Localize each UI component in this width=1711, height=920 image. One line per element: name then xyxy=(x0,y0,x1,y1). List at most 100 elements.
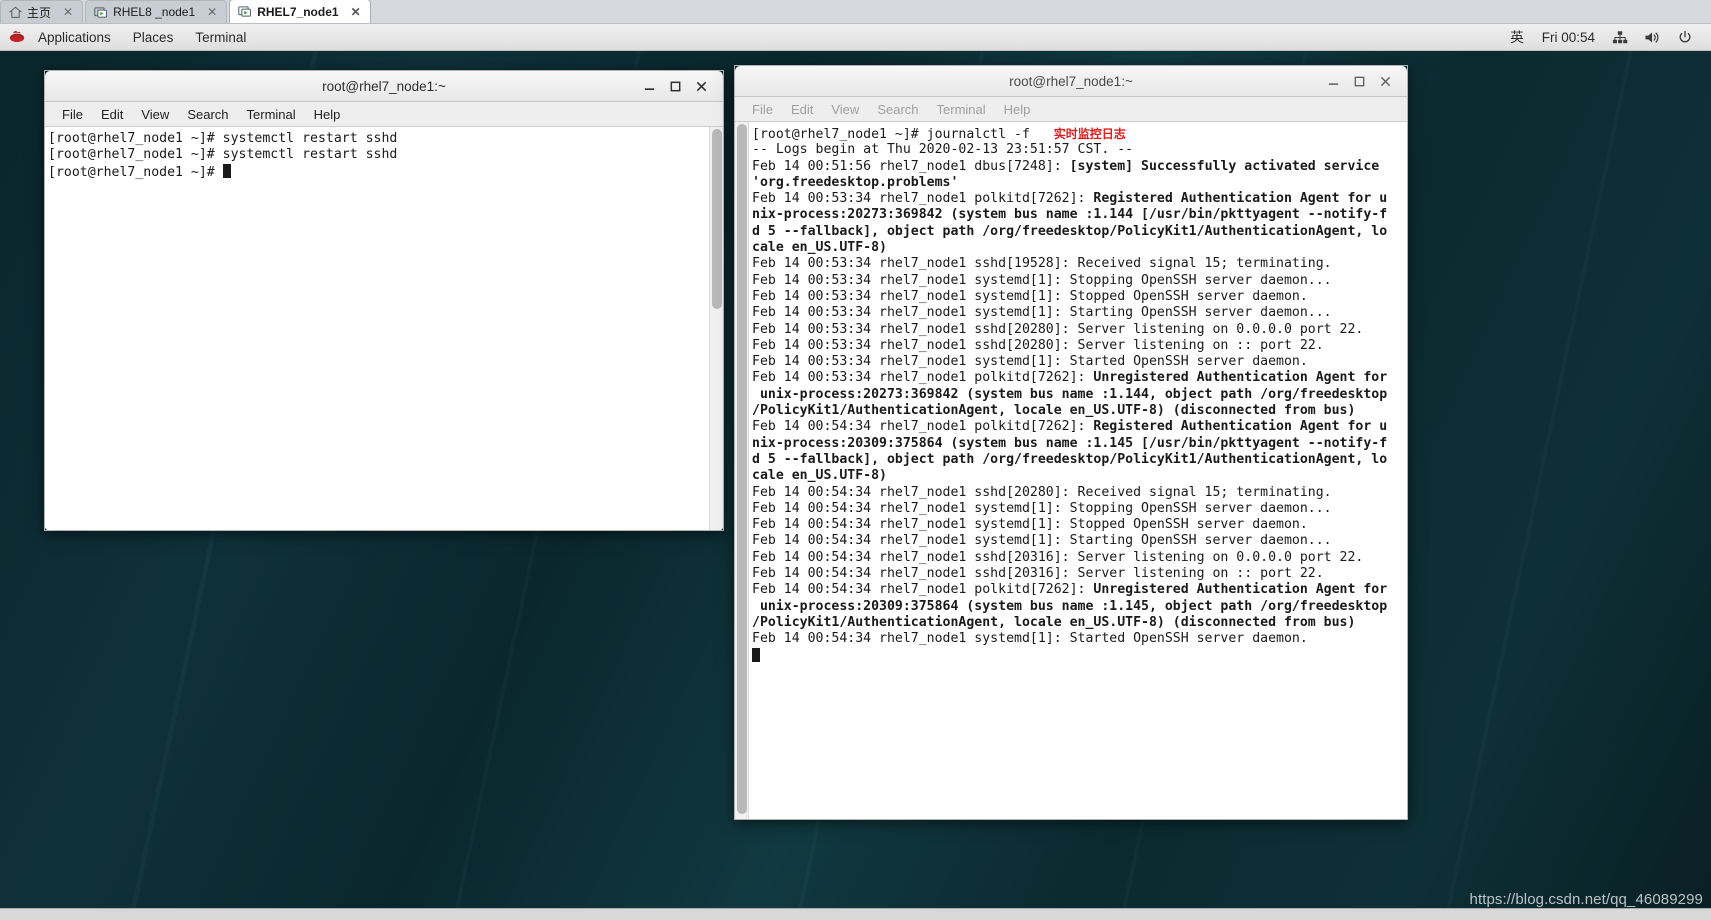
terminal-line: unix-process:20309:375864 (system bus na… xyxy=(752,598,1388,614)
screen-play-icon xyxy=(94,6,108,19)
menu-search[interactable]: Search xyxy=(868,97,927,122)
menu-view[interactable]: View xyxy=(822,97,868,122)
text-cursor xyxy=(222,163,231,178)
bottom-taskbar xyxy=(0,908,1711,920)
close-icon[interactable]: ✕ xyxy=(61,6,75,18)
terminal-line: Feb 14 00:54:34 rhel7_node1 polkitd[7262… xyxy=(752,419,1388,435)
menu-file[interactable]: File xyxy=(743,97,782,122)
terminal-line: [root@rhel7_node1 ~]# systemctl restart … xyxy=(48,131,398,146)
scrollbar-thumb[interactable] xyxy=(737,124,747,814)
menu-search[interactable]: Search xyxy=(178,102,237,127)
title-bar[interactable]: root@rhel7_node1:~ xyxy=(735,66,1407,97)
close-button[interactable] xyxy=(1372,70,1398,92)
browser-tab-strip: 主页 ✕ RHEL8 _node1 ✕ RHEL7_node1 ✕ xyxy=(0,0,1711,24)
browser-tab-rhel7-node1[interactable]: RHEL7_node1 ✕ xyxy=(229,0,371,23)
terminal-line: Feb 14 00:53:34 rhel7_node1 polkitd[7262… xyxy=(752,191,1388,207)
terminal-line: /PolicyKit1/AuthenticationAgent, locale … xyxy=(752,403,1356,419)
terminal-line: Feb 14 00:54:34 rhel7_node1 sshd[20280]:… xyxy=(752,484,1332,500)
prompt-command: [root@rhel7_node1 ~]# journalctl -f xyxy=(752,127,1054,142)
menu-help[interactable]: Help xyxy=(305,102,350,127)
maximize-button[interactable] xyxy=(662,75,688,97)
terminal-line: /PolicyKit1/AuthenticationAgent, locale … xyxy=(752,614,1356,630)
terminal-output[interactable]: [root@rhel7_node1 ~]# systemctl restart … xyxy=(45,127,709,530)
terminal-line: Feb 14 00:53:34 rhel7_node1 systemd[1]: … xyxy=(752,288,1308,304)
terminal-line: d 5 --fallback], object path /org/freede… xyxy=(752,451,1388,467)
close-icon[interactable]: ✕ xyxy=(349,6,363,18)
window-title: root@rhel7_node1:~ xyxy=(322,78,446,94)
home-icon xyxy=(9,6,22,19)
menu-bar: File Edit View Search Terminal Help xyxy=(45,102,723,127)
watermark: https://blog.csdn.net/qq_46089299 xyxy=(1469,891,1703,908)
panel-right-group: 英 Fri 00:54 xyxy=(1501,24,1711,51)
terminal-prompt-line: [root@rhel7_node1 ~]# journalctl -f 实时监控… xyxy=(752,126,1407,142)
terminal-body[interactable]: [root@rhel7_node1 ~]# journalctl -f 实时监控… xyxy=(735,122,1407,819)
terminal-line: Feb 14 00:54:34 rhel7_node1 systemd[1]: … xyxy=(752,533,1332,549)
minimize-button[interactable] xyxy=(1320,70,1346,92)
terminal-line: Feb 14 00:54:34 rhel7_node1 sshd[20316]:… xyxy=(752,549,1364,565)
menu-edit[interactable]: Edit xyxy=(92,102,132,127)
menu-terminal[interactable]: Terminal xyxy=(238,102,305,127)
terminal-line: Feb 14 00:53:34 rhel7_node1 sshd[20280]:… xyxy=(752,337,1324,353)
menu-terminal[interactable]: Terminal xyxy=(928,97,995,122)
maximize-button[interactable] xyxy=(1346,70,1372,92)
terminal-line: d 5 --fallback], object path /org/freede… xyxy=(752,223,1388,239)
terminal-line: Feb 14 00:53:34 rhel7_node1 sshd[20280]:… xyxy=(752,321,1364,337)
window-controls xyxy=(636,75,723,97)
browser-tab-home[interactable]: 主页 ✕ xyxy=(0,0,84,23)
menu-bar: File Edit View Search Terminal Help xyxy=(735,97,1407,122)
terminal-line: unix-process:20273:369842 (system bus na… xyxy=(752,386,1388,402)
network-wired-icon[interactable] xyxy=(1604,30,1636,45)
terminal-line: -- Logs begin at Thu 2020-02-13 23:51:57… xyxy=(752,142,1134,158)
scrollbar-thumb[interactable] xyxy=(712,129,722,309)
input-method-indicator[interactable]: 英 xyxy=(1501,24,1533,51)
terminal-line: nix-process:20309:375864 (system bus nam… xyxy=(752,435,1388,451)
menu-view[interactable]: View xyxy=(132,102,178,127)
terminal-body[interactable]: [root@rhel7_node1 ~]# systemctl restart … xyxy=(45,127,723,530)
close-icon[interactable]: ✕ xyxy=(205,6,219,18)
terminal-line: [root@rhel7_node1 ~]# systemctl restart … xyxy=(48,147,398,163)
terminal-line: cale en_US.UTF-8) xyxy=(752,240,887,256)
panel-menu-applications[interactable]: Applications xyxy=(27,24,122,51)
terminal-line: cale en_US.UTF-8) xyxy=(752,468,887,484)
close-button[interactable] xyxy=(688,75,714,97)
menu-file[interactable]: File xyxy=(53,102,92,127)
browser-tab-rhel8-node1[interactable]: RHEL8 _node1 ✕ xyxy=(85,0,228,23)
terminal-line: Feb 14 00:54:34 rhel7_node1 systemd[1]: … xyxy=(752,517,1308,533)
terminal-line: Feb 14 00:53:34 rhel7_node1 systemd[1]: … xyxy=(752,305,1332,321)
terminal-line: Feb 14 00:54:34 rhel7_node1 systemd[1]: … xyxy=(752,500,1332,516)
title-bar[interactable]: root@rhel7_node1:~ xyxy=(45,71,723,102)
terminal-line: Feb 14 00:53:34 rhel7_node1 systemd[1]: … xyxy=(752,272,1332,288)
annotation-label: 实时监控日志 xyxy=(1053,127,1126,141)
browser-tab-label: RHEL7_node1 xyxy=(257,4,339,19)
panel-menu-places[interactable]: Places xyxy=(122,24,185,51)
scrollbar[interactable] xyxy=(709,127,723,530)
menu-edit[interactable]: Edit xyxy=(782,97,822,122)
terminal-cursor-line xyxy=(752,647,1407,664)
gnome-top-panel: Applications Places Terminal 英 Fri 00:54 xyxy=(0,24,1711,51)
terminal-line: nix-process:20273:369842 (system bus nam… xyxy=(752,207,1388,223)
terminal-window-right[interactable]: root@rhel7_node1:~ File Edit View Search… xyxy=(734,65,1408,820)
terminal-line: Feb 14 00:53:34 rhel7_node1 systemd[1]: … xyxy=(752,354,1308,370)
clock[interactable]: Fri 00:54 xyxy=(1533,24,1604,51)
volume-icon[interactable] xyxy=(1636,30,1669,45)
terminal-line: 'org.freedesktop.problems' xyxy=(752,174,959,190)
text-cursor xyxy=(752,647,760,662)
terminal-window-left[interactable]: root@rhel7_node1:~ File Edit View Search… xyxy=(44,70,724,531)
redhat-logo-icon xyxy=(8,29,26,45)
screen-play-icon xyxy=(238,5,252,18)
terminal-line: Feb 14 00:53:34 rhel7_node1 polkitd[7262… xyxy=(752,370,1388,386)
terminal-line: Feb 14 00:54:34 rhel7_node1 polkitd[7262… xyxy=(752,582,1388,598)
browser-tab-label: 主页 xyxy=(27,5,52,20)
terminal-output[interactable]: [root@rhel7_node1 ~]# journalctl -f 实时监控… xyxy=(749,122,1407,819)
browser-tab-label: RHEL8 _node1 xyxy=(113,5,196,19)
scrollbar[interactable] xyxy=(735,122,749,819)
terminal-line: [root@rhel7_node1 ~]# xyxy=(48,163,709,180)
minimize-button[interactable] xyxy=(636,75,662,97)
window-controls xyxy=(1320,70,1407,92)
panel-menu-terminal[interactable]: Terminal xyxy=(184,24,257,51)
terminal-line: Feb 14 00:53:34 rhel7_node1 sshd[19528]:… xyxy=(752,256,1332,272)
window-title: root@rhel7_node1:~ xyxy=(1009,73,1133,89)
panel-left-group: Applications Places Terminal xyxy=(0,24,257,51)
power-icon[interactable] xyxy=(1669,30,1701,45)
menu-help[interactable]: Help xyxy=(995,97,1040,122)
